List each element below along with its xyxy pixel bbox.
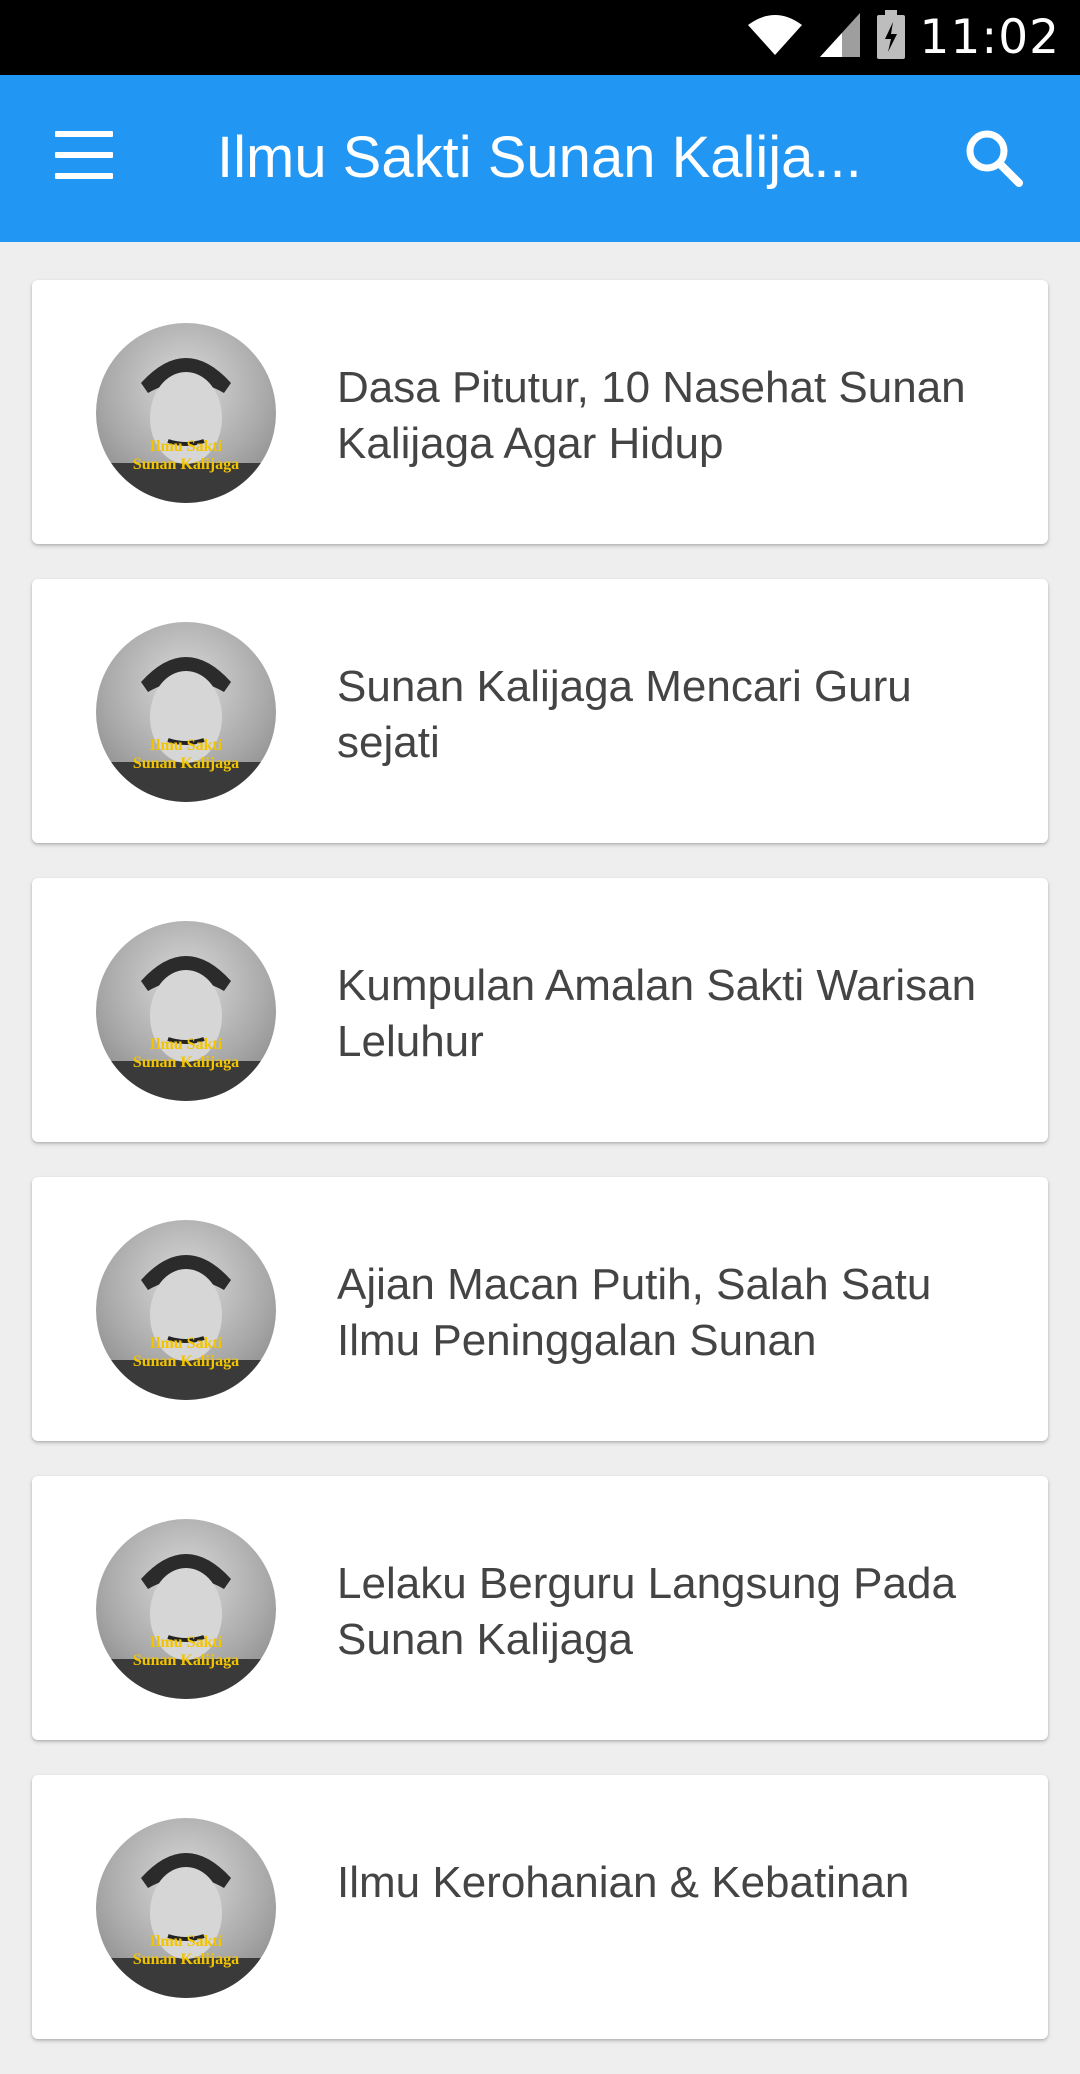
wifi-icon xyxy=(746,13,804,62)
article-title: Dasa Pitutur, 10 Nasehat Sunan Kalijaga … xyxy=(337,363,966,468)
article-title: Kumpulan Amalan Sakti Warisan Leluhur xyxy=(337,961,977,1066)
article-title: Ajian Macan Putih, Salah Satu Ilmu Penin… xyxy=(337,1260,932,1365)
thumb-caption-line1: Ilmu Sakti xyxy=(150,1335,223,1352)
list-item[interactable]: Ilmu Sakti Sunan Kalijaga Kumpulan Amala… xyxy=(32,878,1048,1142)
list-item[interactable]: Ilmu Sakti Sunan Kalijaga Lelaku Berguru… xyxy=(32,1476,1048,1740)
thumb-caption-line2: Sunan Kalijaga xyxy=(133,1652,239,1669)
article-title: Lelaku Berguru Langsung Pada Sunan Kalij… xyxy=(337,1559,956,1664)
list-item[interactable]: Ilmu Sakti Sunan Kalijaga Dasa Pitutur, … xyxy=(32,280,1048,544)
menu-icon xyxy=(55,131,113,137)
article-list: Ilmu Sakti Sunan Kalijaga Dasa Pitutur, … xyxy=(32,280,1048,2074)
thumb-caption-line2: Sunan Kalijaga xyxy=(133,755,239,772)
status-icons: 11:02 xyxy=(746,0,1060,75)
list-item[interactable]: Ilmu Sakti Sunan Kalijaga Ilmu Kerohania… xyxy=(32,1775,1048,2039)
battery-icon xyxy=(876,10,906,65)
article-thumbnail: Ilmu Sakti Sunan Kalijaga xyxy=(96,622,276,802)
menu-button[interactable] xyxy=(55,131,113,179)
thumb-caption-line2: Sunan Kalijaga xyxy=(133,1951,239,1968)
signal-icon xyxy=(818,11,862,64)
article-title: Ilmu Kerohanian & Kebatinan xyxy=(337,1858,910,1907)
status-time: 11:02 xyxy=(919,10,1060,65)
thumb-caption-line1: Ilmu Sakti xyxy=(150,1634,223,1651)
article-thumbnail: Ilmu Sakti Sunan Kalijaga xyxy=(96,1519,276,1699)
app-bar: Ilmu Sakti Sunan Kalija... xyxy=(0,75,1080,242)
article-title: Sunan Kalijaga Mencari Guru sejati xyxy=(337,662,912,767)
thumb-caption-line2: Sunan Kalijaga xyxy=(133,456,239,473)
thumb-caption-line2: Sunan Kalijaga xyxy=(133,1054,239,1071)
menu-icon-bar xyxy=(55,152,113,158)
status-bar: 11:02 xyxy=(0,0,1080,75)
article-thumbnail: Ilmu Sakti Sunan Kalijaga xyxy=(96,323,276,503)
list-item[interactable]: Ilmu Sakti Sunan Kalijaga Sunan Kalijaga… xyxy=(32,579,1048,843)
thumb-caption-line1: Ilmu Sakti xyxy=(150,438,223,455)
list-item[interactable]: Ilmu Sakti Sunan Kalijaga Ajian Macan Pu… xyxy=(32,1177,1048,1441)
thumb-caption-line2: Sunan Kalijaga xyxy=(133,1353,239,1370)
article-thumbnail: Ilmu Sakti Sunan Kalijaga xyxy=(96,1818,276,1998)
article-thumbnail: Ilmu Sakti Sunan Kalijaga xyxy=(96,1220,276,1400)
thumb-caption-line1: Ilmu Sakti xyxy=(150,1036,223,1053)
thumb-caption-line1: Ilmu Sakti xyxy=(150,737,223,754)
article-thumbnail: Ilmu Sakti Sunan Kalijaga xyxy=(96,921,276,1101)
search-icon xyxy=(966,130,1023,187)
menu-icon-bar xyxy=(55,173,113,179)
app-title: Ilmu Sakti Sunan Kalija... xyxy=(217,125,862,190)
thumb-caption-line1: Ilmu Sakti xyxy=(150,1933,223,1950)
search-button[interactable] xyxy=(963,127,1025,189)
